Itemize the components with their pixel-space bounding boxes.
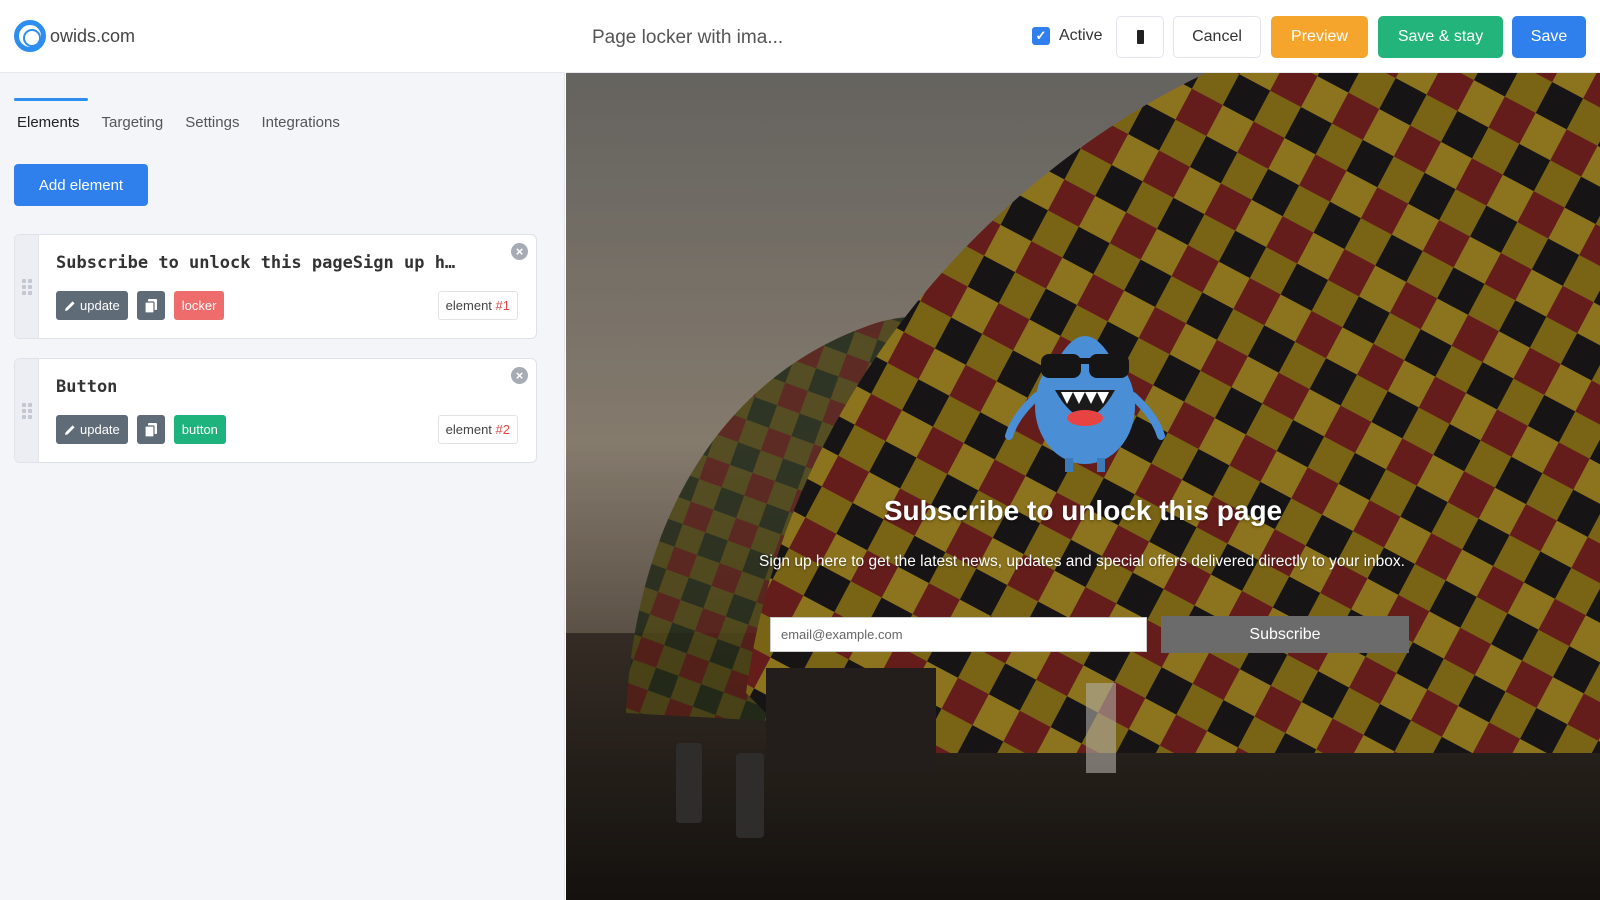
- locker-description: Sign up here to get the latest news, upd…: [759, 553, 1405, 570]
- tab-targeting[interactable]: Targeting: [91, 98, 175, 137]
- save-button[interactable]: Save: [1512, 16, 1586, 58]
- tab-elements[interactable]: Elements: [14, 98, 91, 137]
- editor-tabs: Elements Targeting Settings Integrations: [14, 98, 351, 137]
- active-label: Active: [1059, 27, 1103, 44]
- cancel-button[interactable]: Cancel: [1173, 16, 1261, 58]
- element-type-badge[interactable]: button: [173, 415, 226, 444]
- mobile-view-button[interactable]: [1116, 16, 1164, 58]
- email-input[interactable]: [770, 617, 1147, 652]
- tab-settings[interactable]: Settings: [174, 98, 250, 137]
- copy-button[interactable]: [136, 415, 165, 444]
- active-toggle[interactable]: ✓ Active: [1032, 27, 1103, 45]
- element-number-tag: element #1: [437, 291, 518, 320]
- pencil-icon: [65, 300, 75, 311]
- update-button[interactable]: update: [56, 291, 128, 320]
- copy-icon: [144, 298, 157, 313]
- update-button[interactable]: update: [56, 415, 128, 444]
- element-type-badge[interactable]: locker: [173, 291, 225, 320]
- update-label: update: [80, 298, 120, 313]
- mascot-image: [1005, 336, 1165, 472]
- drag-handle-icon[interactable]: [15, 359, 39, 462]
- element-title: Subscribe to unlock this pageSign up h…: [56, 253, 456, 273]
- page-locker: Subscribe to unlock this page Sign up he…: [566, 73, 1600, 900]
- copy-button[interactable]: [136, 291, 165, 320]
- save-and-stay-button[interactable]: Save & stay: [1378, 16, 1503, 58]
- tab-integrations[interactable]: Integrations: [250, 98, 350, 137]
- editor-panel: owids.com Elements Targeting Settings In…: [0, 0, 565, 900]
- drag-handle-icon[interactable]: [15, 235, 39, 338]
- page-title[interactable]: Page locker with ima...: [592, 27, 783, 49]
- locker-title: Subscribe to unlock this page: [883, 495, 1283, 526]
- subscribe-button[interactable]: Subscribe: [1161, 616, 1409, 653]
- logo-icon[interactable]: [14, 20, 46, 52]
- mobile-icon: [1136, 30, 1144, 44]
- brand-name[interactable]: owids.com: [50, 26, 135, 47]
- brand-bar: owids.com: [0, 0, 565, 73]
- element-card: Subscribe to unlock this pageSign up h… …: [14, 234, 537, 339]
- pencil-icon: [65, 424, 75, 435]
- top-toolbar: Page locker with ima... ✓ Active Cancel …: [566, 0, 1600, 73]
- add-element-button[interactable]: Add element: [14, 164, 148, 206]
- element-title: Button: [56, 377, 118, 397]
- preview-button[interactable]: Preview: [1271, 16, 1368, 58]
- update-label: update: [80, 422, 120, 437]
- close-icon[interactable]: ×: [511, 243, 528, 260]
- element-number-tag: element #2: [437, 415, 518, 444]
- checkbox-checked-icon[interactable]: ✓: [1032, 27, 1050, 45]
- copy-icon: [144, 422, 157, 437]
- widget-preview: Subscribe to unlock this page Sign up he…: [566, 73, 1600, 900]
- close-icon[interactable]: ×: [511, 367, 528, 384]
- element-card: Button × update button element #2: [14, 358, 537, 463]
